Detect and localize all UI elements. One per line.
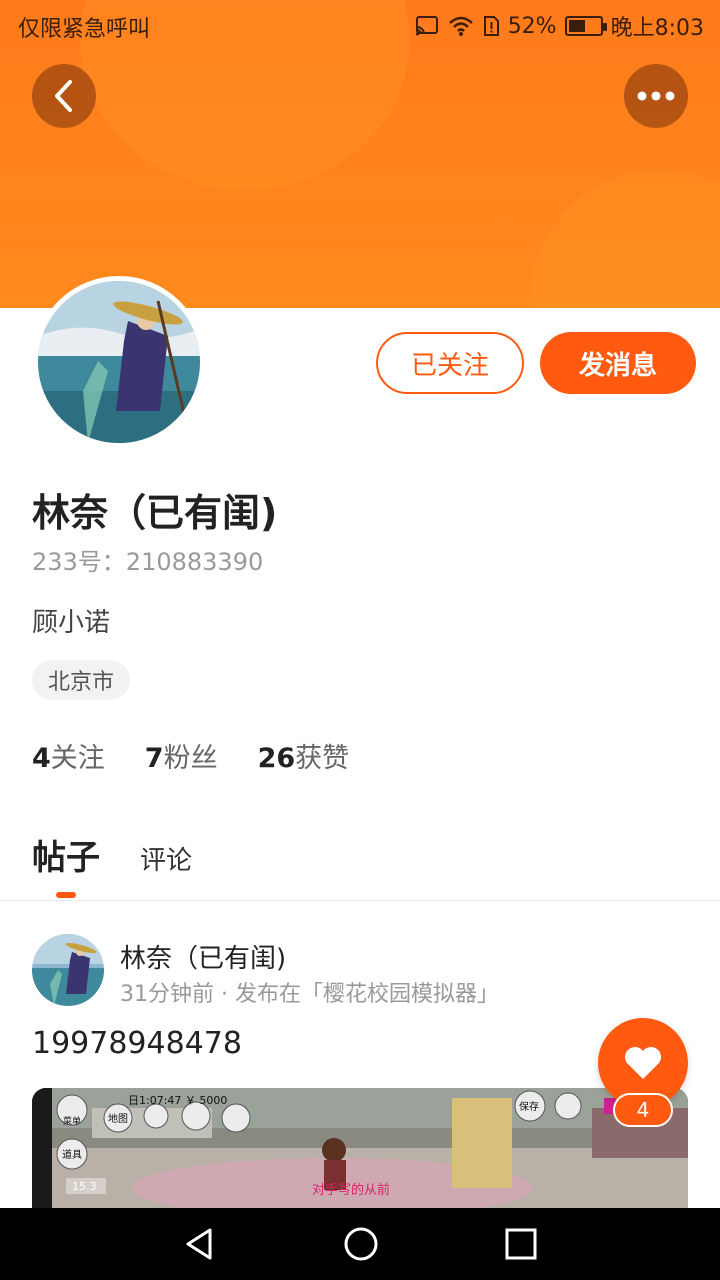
tab-posts[interactable]: 帖子 bbox=[32, 830, 100, 898]
battery-icon bbox=[564, 16, 607, 36]
send-message-button[interactable]: 发消息 bbox=[540, 332, 696, 394]
profile-avatar[interactable] bbox=[33, 276, 205, 448]
system-nav-bar bbox=[0, 1208, 720, 1280]
user-id: 233号：210883390 bbox=[32, 548, 264, 576]
battery-percent: 52% bbox=[507, 13, 557, 39]
stat-count: 7 bbox=[144, 743, 164, 774]
back-button[interactable] bbox=[32, 64, 96, 128]
game-hud-time: 日1:07:47 ￥ 5000 bbox=[128, 1094, 227, 1107]
location-tag: 北京市 bbox=[32, 660, 131, 700]
avatar-image bbox=[38, 281, 200, 443]
game-caption: 对手写的从前 bbox=[312, 1182, 390, 1198]
banner-decoration bbox=[530, 170, 720, 308]
stat-label: 获赞 bbox=[295, 743, 350, 774]
tab-comments[interactable]: 评论 bbox=[140, 840, 192, 877]
status-bar: 仅限紧急呼叫 52% 晚上8:03 bbox=[0, 0, 720, 50]
carrier-text: 仅限紧急呼叫 bbox=[18, 17, 151, 42]
game-hud-level: 15.3 bbox=[72, 1180, 97, 1193]
game-hud-menu: 菜单 bbox=[63, 1115, 81, 1127]
stat-count: 26 bbox=[257, 743, 296, 774]
sim-alert-icon bbox=[483, 16, 499, 36]
post-author-avatar[interactable] bbox=[32, 934, 104, 1006]
following-button[interactable]: 已关注 bbox=[376, 332, 524, 394]
profile-bio: 顾小诺 bbox=[32, 608, 111, 638]
active-tab-indicator bbox=[56, 892, 76, 898]
stat-likes[interactable]: 26获赞 bbox=[258, 736, 350, 775]
nav-recents-icon[interactable] bbox=[504, 1227, 538, 1261]
profile-stats: 4关注 7粉丝 26获赞 bbox=[32, 736, 349, 775]
post-image[interactable]: 日1:07:47 ￥ 5000 菜单 地图 道具 保存 15.3 对手写的从前 bbox=[32, 1088, 688, 1210]
nav-back-icon[interactable] bbox=[182, 1226, 218, 1262]
stat-following[interactable]: 4关注 bbox=[32, 736, 105, 775]
cast-icon bbox=[415, 16, 438, 36]
more-options-button[interactable] bbox=[624, 64, 688, 128]
stat-label: 关注 bbox=[50, 743, 105, 774]
game-hud-map: 地图 bbox=[108, 1112, 128, 1125]
like-count-badge: 4 bbox=[613, 1093, 673, 1127]
profile-name: 林奈（已有闺) bbox=[32, 491, 278, 535]
stat-label: 粉丝 bbox=[163, 743, 218, 774]
clock: 晚上8:03 bbox=[610, 16, 704, 41]
post-meta: 31分钟前 · 发布在「樱花校园模拟器」 bbox=[120, 982, 499, 1007]
wifi-icon bbox=[448, 16, 473, 36]
stat-followers[interactable]: 7粉丝 bbox=[145, 736, 218, 775]
tab-label: 帖子 bbox=[32, 838, 100, 878]
content-tabs: 帖子 评论 bbox=[32, 830, 192, 898]
nav-home-icon[interactable] bbox=[342, 1225, 380, 1263]
game-hud-save: 保存 bbox=[519, 1100, 539, 1113]
battery-level bbox=[568, 20, 585, 32]
chevron-left-icon bbox=[55, 80, 72, 112]
game-hud-items: 道具 bbox=[62, 1148, 82, 1161]
post-author-name[interactable]: 林奈（已有闺) bbox=[120, 938, 286, 975]
game-screenshot: 日1:07:47 ￥ 5000 菜单 地图 道具 保存 15.3 对手写的从前 bbox=[32, 1088, 688, 1210]
heart-icon bbox=[625, 1047, 661, 1079]
stat-count: 4 bbox=[32, 743, 51, 774]
post-text: 19978948478 bbox=[32, 1026, 242, 1061]
more-dots-icon bbox=[637, 91, 675, 101]
tabs-divider bbox=[0, 900, 720, 901]
